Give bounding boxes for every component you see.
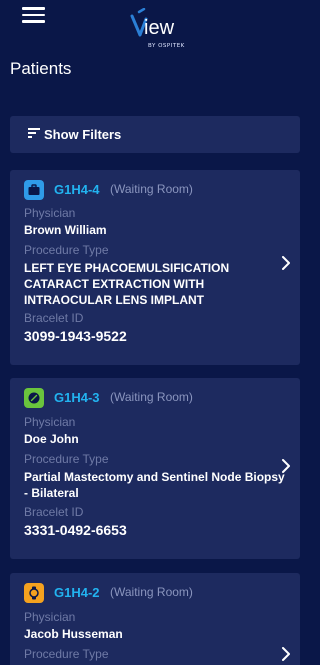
app-logo: iew BY OSPITEK — [130, 8, 188, 49]
procedure-type-value: Partial Mastectomy and Sentinel Node Bio… — [24, 470, 285, 500]
patient-status: (Waiting Room) — [110, 390, 193, 404]
physician-label: Physician — [24, 206, 76, 220]
patient-card[interactable]: G1H4-3 (Waiting Room) Physician Doe John… — [10, 378, 300, 559]
bracelet-id-label: Bracelet ID — [24, 311, 84, 325]
procedure-type-value: LEFT EYE PHACOEMULSIFICATION CATARACT EX… — [24, 261, 230, 307]
page-title: Patients — [10, 59, 72, 78]
patient-id: G1H4-4 — [54, 182, 100, 197]
hamburger-menu-icon[interactable] — [22, 7, 45, 23]
leaf-icon — [24, 388, 44, 408]
physician-label: Physician — [24, 610, 76, 624]
filter-lines-icon — [28, 128, 40, 138]
logo-subtitle: BY OSPITEK — [148, 43, 185, 49]
show-filters-label: Show Filters — [44, 127, 122, 142]
physician-value: Doe John — [24, 432, 79, 446]
bracelet-id-value: 3331-0492-6653 — [24, 522, 127, 538]
procedure-type-label: Procedure Type — [24, 452, 109, 466]
physician-label: Physician — [24, 415, 76, 429]
patient-id: G1H4-2 — [54, 585, 100, 600]
logo-wordmark: iew — [130, 8, 175, 38]
show-filters-button[interactable]: Show Filters — [10, 116, 300, 153]
bracelet-id-label: Bracelet ID — [24, 505, 84, 519]
bracelet-id-value: 3099-1943-9522 — [24, 328, 127, 344]
patient-card[interactable]: G1H4-4 (Waiting Room) Physician Brown Wi… — [10, 170, 300, 365]
physician-value: Jacob Husseman — [24, 627, 123, 641]
chevron-right-icon[interactable] — [281, 256, 291, 270]
patient-status: (Waiting Room) — [110, 182, 193, 196]
procedure-type-label: Procedure Type — [24, 243, 109, 257]
watch-icon — [24, 583, 44, 603]
svg-text:iew: iew — [144, 17, 175, 38]
chevron-right-icon[interactable] — [281, 459, 291, 473]
briefcase-icon — [24, 180, 44, 200]
patient-id: G1H4-3 — [54, 390, 100, 405]
procedure-type-label: Procedure Type — [24, 647, 109, 661]
chevron-right-icon[interactable] — [281, 647, 291, 661]
physician-value: Brown William — [24, 223, 107, 237]
top-bar: iew BY OSPITEK — [0, 0, 309, 50]
patient-card[interactable]: G1H4-2 (Waiting Room) Physician Jacob Hu… — [10, 573, 300, 665]
patient-status: (Waiting Room) — [110, 585, 193, 599]
